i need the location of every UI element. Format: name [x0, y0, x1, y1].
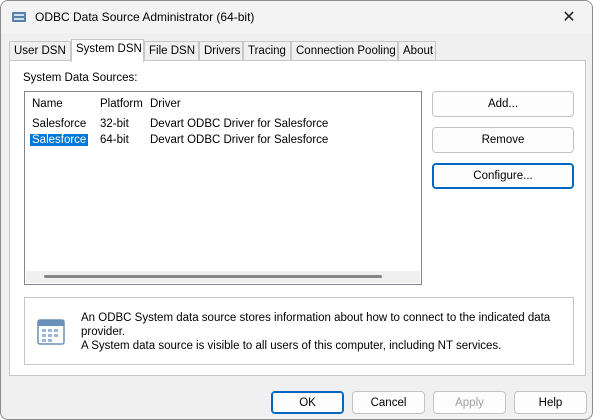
cancel-button-label: Cancel: [370, 396, 407, 409]
ok-button[interactable]: OK: [271, 391, 344, 414]
info-line-1: An ODBC System data source stores inform…: [81, 312, 551, 338]
tab-label: Connection Pooling: [296, 45, 396, 57]
tab-system-dsn[interactable]: System DSN: [71, 39, 144, 62]
tab-label: About: [403, 45, 434, 57]
tab-tracing[interactable]: Tracing: [243, 41, 291, 61]
row-driver: Devart ODBC Driver for Salesforce: [150, 134, 329, 146]
row-name: Salesforce: [32, 118, 87, 130]
configure-button[interactable]: Configure...: [432, 163, 574, 189]
row-name: Salesforce: [30, 134, 89, 146]
data-sources-list[interactable]: Name Platform Driver Salesforce 32-bit D…: [24, 91, 422, 285]
tab-label: File DSN: [149, 45, 196, 57]
column-header-driver[interactable]: Driver: [150, 98, 181, 110]
row-driver: Devart ODBC Driver for Salesforce: [150, 118, 329, 130]
apply-button-label: Apply: [455, 396, 484, 409]
add-button[interactable]: Add...: [432, 91, 574, 117]
ok-button-label: OK: [299, 396, 316, 409]
info-text: An ODBC System data source stores inform…: [81, 311, 571, 353]
tab-label: System DSN: [76, 43, 142, 55]
info-box: An ODBC System data source stores inform…: [24, 297, 574, 365]
row-platform: 64-bit: [100, 134, 129, 146]
scrollbar-thumb[interactable]: [44, 275, 382, 278]
tab-drivers[interactable]: Drivers: [199, 41, 243, 61]
info-line-2: A System data source is visible to all u…: [81, 340, 502, 352]
column-header-platform[interactable]: Platform: [100, 98, 143, 110]
odbc-admin-window: ODBC Data Source Administrator (64-bit) …: [0, 0, 593, 420]
tab-connection-pooling[interactable]: Connection Pooling: [291, 41, 398, 61]
title-bar: ODBC Data Source Administrator (64-bit) …: [1, 1, 592, 33]
window-title: ODBC Data Source Administrator (64-bit): [35, 10, 255, 24]
tab-label: User DSN: [14, 45, 66, 57]
close-icon: ✕: [562, 9, 576, 26]
system-dsn-panel: System Data Sources: Name Platform Drive…: [9, 60, 586, 376]
tab-about[interactable]: About: [398, 41, 436, 61]
remove-button[interactable]: Remove: [432, 127, 574, 153]
add-button-label: Add...: [487, 98, 519, 110]
tab-label: Tracing: [248, 45, 286, 57]
help-button-label: Help: [538, 396, 563, 409]
tab-label: Drivers: [204, 45, 241, 57]
close-button[interactable]: ✕: [546, 1, 592, 33]
data-source-icon: [37, 319, 65, 345]
configure-button-label: Configure...: [473, 170, 533, 182]
system-data-sources-label: System Data Sources:: [23, 72, 138, 84]
apply-button[interactable]: Apply: [433, 391, 506, 414]
row-platform: 32-bit: [100, 118, 129, 130]
cancel-button[interactable]: Cancel: [352, 391, 425, 414]
odbc-app-icon: [12, 12, 26, 22]
tab-strip: User DSN System DSN File DSN Drivers Tra…: [9, 39, 584, 62]
help-button[interactable]: Help: [514, 391, 587, 414]
tab-user-dsn[interactable]: User DSN: [9, 41, 71, 61]
column-header-name[interactable]: Name: [32, 98, 63, 110]
remove-button-label: Remove: [481, 134, 525, 146]
horizontal-scrollbar[interactable]: [26, 271, 420, 283]
tab-file-dsn[interactable]: File DSN: [144, 41, 199, 61]
